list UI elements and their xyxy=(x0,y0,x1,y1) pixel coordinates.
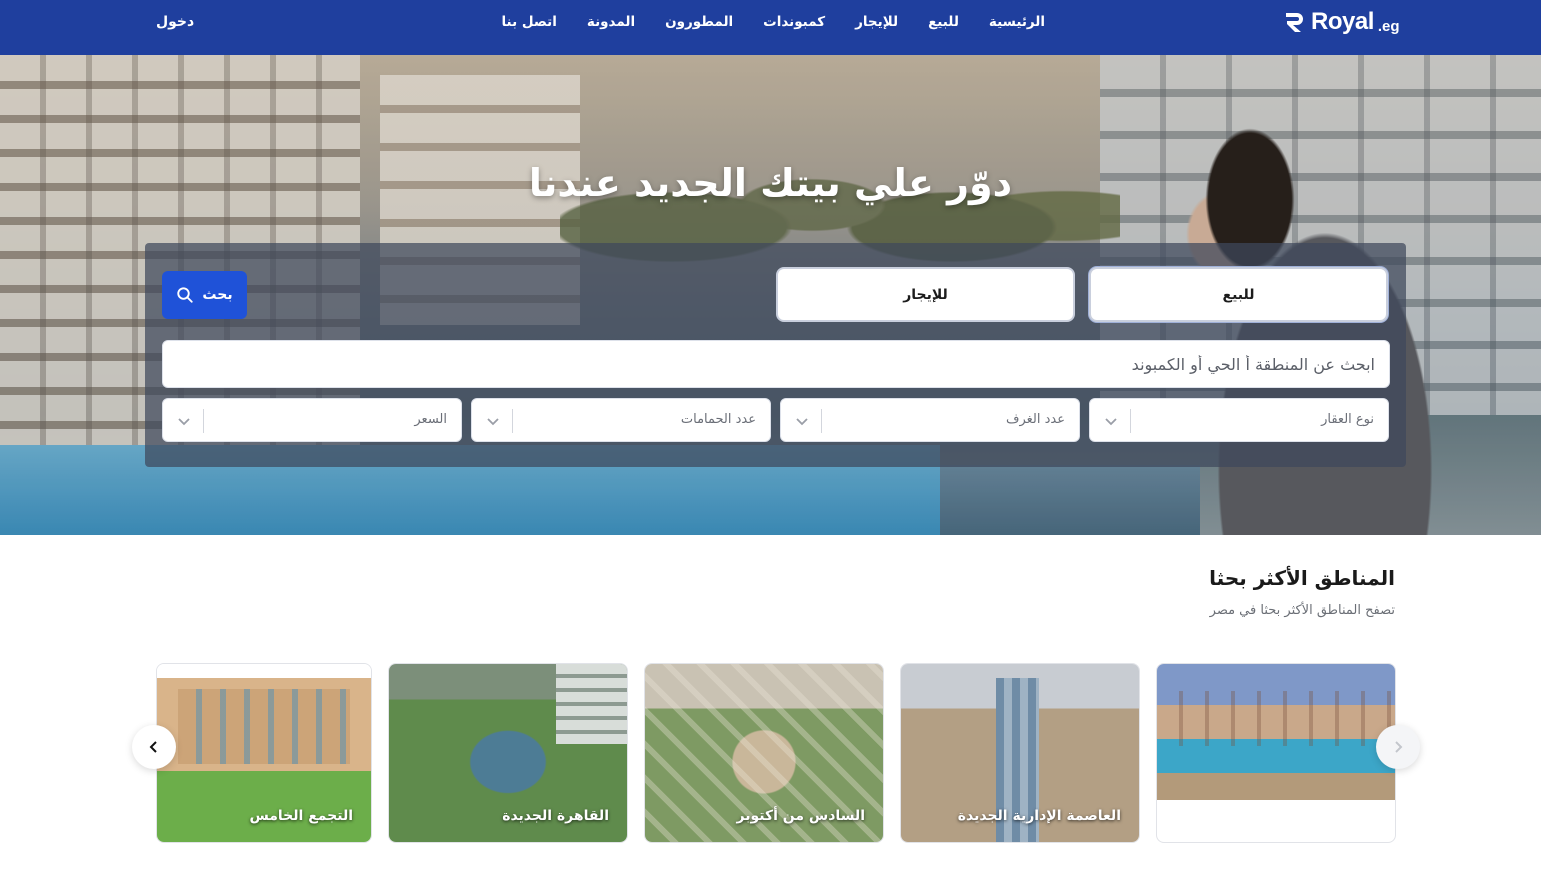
search-input[interactable] xyxy=(162,340,1390,388)
area-card[interactable] xyxy=(1156,663,1396,843)
royal-r-logo-icon xyxy=(1286,13,1303,32)
tab-sale[interactable]: للبيع xyxy=(1089,267,1388,322)
nav-item-compounds[interactable]: كمبوندات xyxy=(763,14,825,30)
property-type-select[interactable]: نوع العقار xyxy=(1089,398,1389,442)
section-subtitle: تصفح المناطق الأكثر بحثا في مصر xyxy=(1209,603,1395,618)
login-link[interactable]: دخول xyxy=(156,14,194,30)
carousel-prev-button[interactable] xyxy=(132,725,176,769)
search-icon xyxy=(177,287,194,303)
hero-title: دوّر علي بيتك الجديد عندنا xyxy=(528,161,1013,205)
nav-item-rent[interactable]: للإيجار xyxy=(855,14,898,30)
area-name: التجمع الخامس xyxy=(249,808,353,824)
rooms-select[interactable]: عدد الغرف xyxy=(780,398,1080,442)
select-label: السعر xyxy=(414,412,447,427)
bathrooms-select[interactable]: عدد الحمامات xyxy=(471,398,771,442)
logo-tld: .eg xyxy=(1377,17,1400,35)
chevron-down-icon xyxy=(487,418,499,426)
logo-brand: Royal xyxy=(1311,8,1374,35)
chevron-right-icon xyxy=(1395,741,1403,753)
price-select[interactable]: السعر xyxy=(162,398,462,442)
area-card[interactable]: القاهرة الجديدة xyxy=(388,663,628,843)
nav-item-sale[interactable]: للبيع xyxy=(928,14,959,30)
chevron-down-icon xyxy=(178,418,190,426)
site-logo[interactable]: Royal .eg xyxy=(1283,6,1400,38)
select-label: نوع العقار xyxy=(1321,412,1374,427)
area-card[interactable]: السادس من أكتوبر xyxy=(644,663,884,843)
area-image xyxy=(1157,664,1395,800)
area-name: السادس من أكتوبر xyxy=(736,808,865,824)
chevron-down-icon xyxy=(796,418,808,426)
area-name: القاهرة الجديدة xyxy=(502,808,609,824)
nav-item-contact[interactable]: اتصل بنا xyxy=(501,14,556,30)
select-label: عدد الحمامات xyxy=(680,412,756,427)
search-button[interactable]: بحث xyxy=(162,271,247,319)
top-navbar: دخول الرئيسية للبيع للإيجار كمبوندات الم… xyxy=(0,0,1541,55)
carousel-next-button[interactable] xyxy=(1376,725,1420,769)
select-label: عدد الغرف xyxy=(1006,412,1065,427)
search-button-label: بحث xyxy=(202,287,233,303)
area-card[interactable]: التجمع الخامس xyxy=(156,663,372,843)
nav-item-home[interactable]: الرئيسية xyxy=(989,14,1045,30)
area-name: العاصمة الإدارية الجديدة xyxy=(957,808,1121,824)
nav-item-developers[interactable]: المطورون xyxy=(665,14,733,30)
area-card[interactable]: العاصمة الإدارية الجديدة xyxy=(900,663,1140,843)
search-panel: للبيع للإيجار بحث نوع العقار عدد الغرف ع… xyxy=(145,243,1406,467)
main-menu: الرئيسية للبيع للإيجار كمبوندات المطورون… xyxy=(475,14,1045,30)
tab-rent[interactable]: للإيجار xyxy=(776,267,1075,322)
chevron-left-icon xyxy=(149,741,157,753)
nav-item-blog[interactable]: المدونة xyxy=(587,14,635,30)
section-title: المناطق الأكثر بحثا xyxy=(1209,566,1395,590)
chevron-down-icon xyxy=(1105,418,1117,426)
